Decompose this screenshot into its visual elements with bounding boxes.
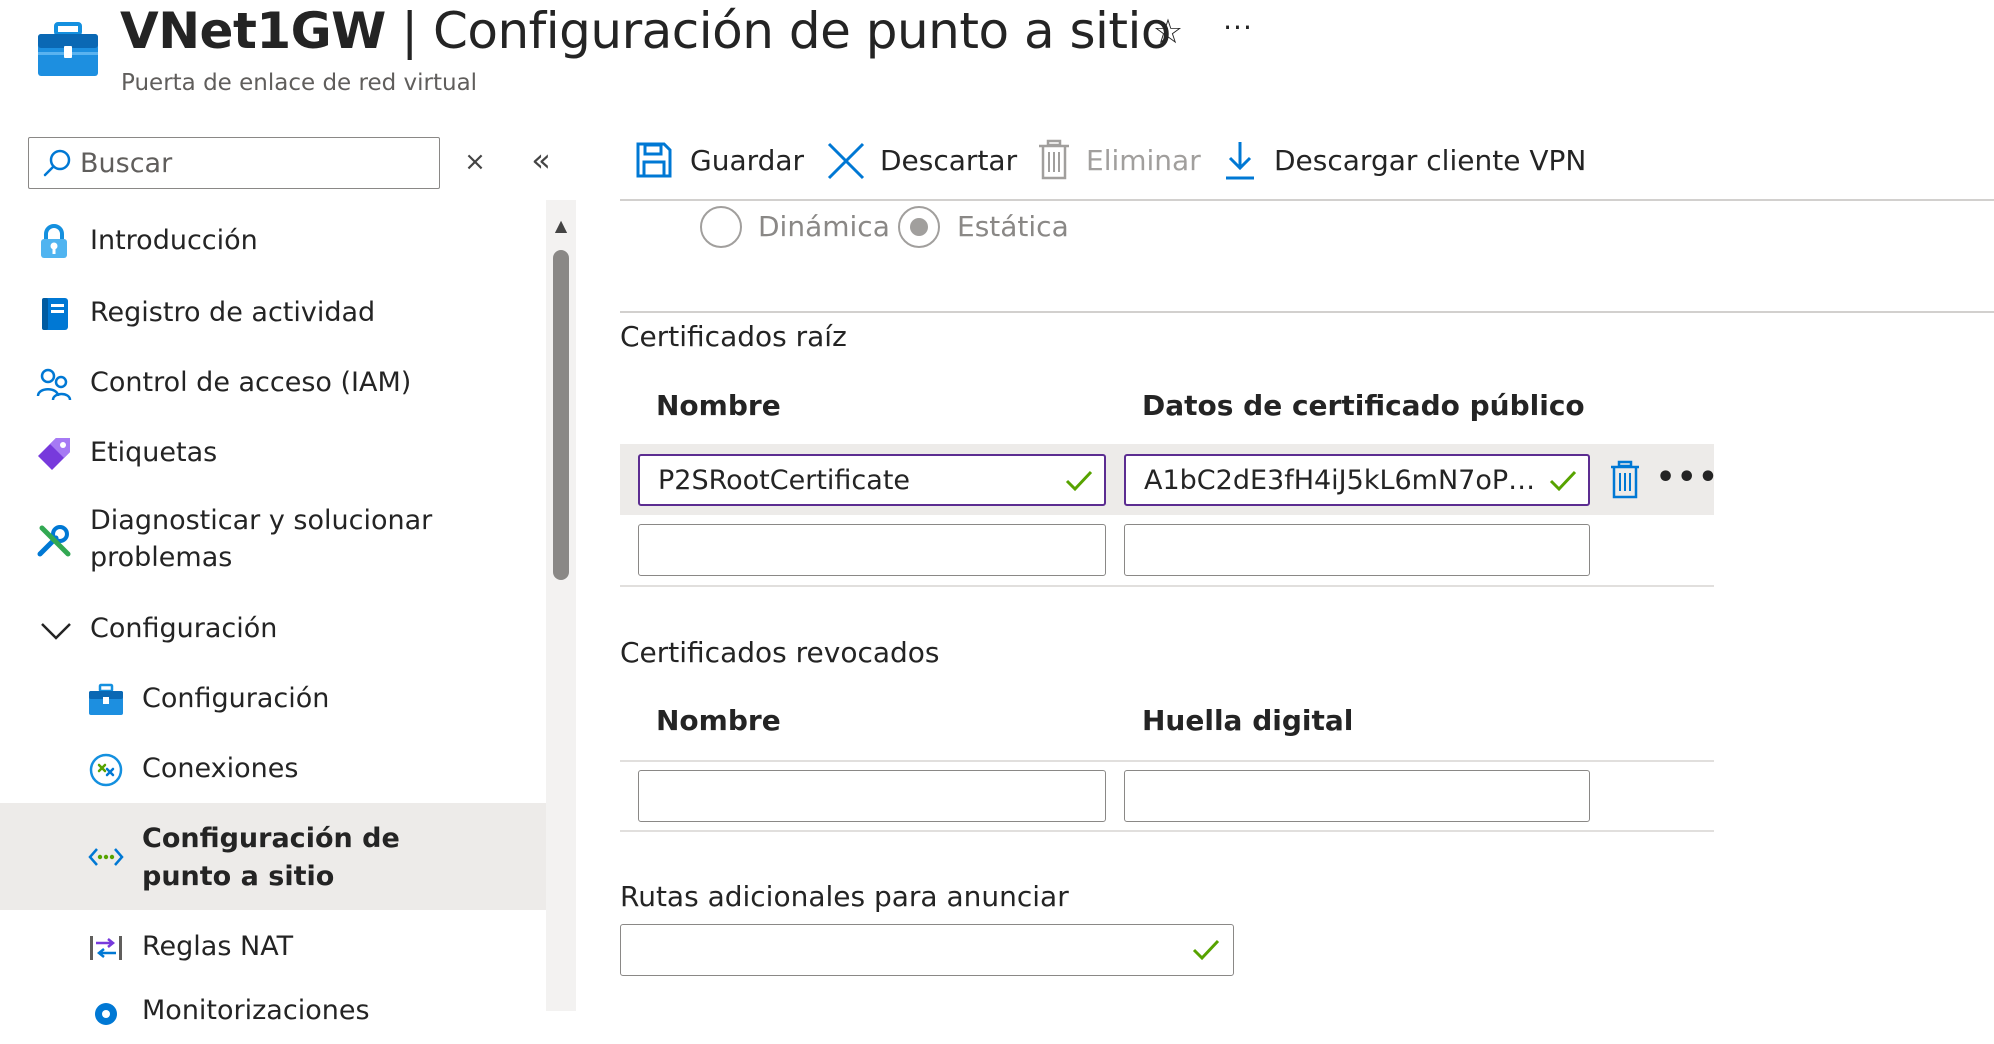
- trash-icon: [1034, 138, 1074, 182]
- nav-item-label: Reglas NAT: [142, 931, 294, 962]
- row-divider: [620, 585, 1714, 587]
- chevron-down-icon: [38, 612, 74, 648]
- search-input[interactable]: [80, 139, 430, 187]
- nav-item-registro-actividad[interactable]: Registro de actividad: [0, 290, 546, 338]
- nav-item-configuracion[interactable]: Configuración: [0, 676, 546, 724]
- resource-name: VNet1GW: [120, 2, 386, 60]
- radio-dinamica[interactable]: [700, 206, 742, 248]
- point-to-site-icon: [88, 839, 124, 875]
- nav-item-label: Configuración: [90, 613, 278, 644]
- nav-item-label: Control de acceso (IAM): [90, 367, 412, 398]
- root-certificates-title: Certificados raíz: [620, 320, 847, 353]
- cert-data-value: A1bC2dE3fH4iJ5kL6mN7oP8q...: [1144, 465, 1544, 496]
- nav-item-label: Monitorizaciones: [142, 995, 370, 1026]
- section-divider: [620, 311, 1994, 313]
- nav-item-label: Conexiones: [142, 753, 299, 784]
- scrollbar-thumb[interactable]: [553, 250, 569, 580]
- nav-item-label: Etiquetas: [90, 437, 218, 468]
- gear-icon: [88, 996, 124, 1032]
- cert-data-field[interactable]: A1bC2dE3fH4iJ5kL6mN7oP8q...: [1124, 454, 1590, 506]
- nav-item-introduccion[interactable]: Introducción: [0, 218, 546, 266]
- valid-check-icon: [1191, 937, 1221, 963]
- title-separator: |: [385, 2, 433, 60]
- row-divider: [620, 830, 1714, 832]
- favorite-star-icon[interactable]: ☆: [1148, 12, 1188, 52]
- col-header-name: Nombre: [656, 704, 781, 737]
- cert-name-value: P2SRootCertificate: [658, 465, 911, 496]
- download-icon: [1220, 138, 1260, 182]
- nav-item-label: Registro de actividad: [90, 297, 376, 328]
- people-icon: [36, 366, 72, 402]
- col-header-thumbprint: Huella digital: [1142, 704, 1354, 737]
- search-icon: [42, 148, 72, 178]
- nav-group-configuracion[interactable]: Configuración: [0, 606, 546, 654]
- radio-label-estatica: Estática: [957, 210, 1069, 243]
- delete-label: Eliminar: [1086, 144, 1201, 177]
- nav-item-etiquetas[interactable]: Etiquetas: [0, 430, 546, 478]
- valid-check-icon: [1548, 468, 1578, 494]
- new-cert-name-field[interactable]: [638, 524, 1106, 576]
- activity-log-icon: [36, 296, 72, 332]
- wrench-icon: [36, 524, 72, 560]
- revoked-name-field[interactable]: [638, 770, 1106, 822]
- lock-icon: [36, 224, 72, 260]
- nav-item-label: Configuración: [142, 683, 330, 714]
- nav-item-label-line2: punto a sitio: [142, 861, 335, 892]
- revoked-thumbprint-field[interactable]: [1124, 770, 1590, 822]
- nav-item-label-line1: Configuración de: [142, 823, 400, 854]
- nav-item-label-line2: problemas: [90, 542, 233, 573]
- page-title: VNet1GW | Configuración de punto a sitio: [120, 2, 1172, 60]
- delete-button[interactable]: Eliminar: [1034, 138, 1201, 186]
- radio-label-dinamica: Dinámica: [758, 210, 890, 243]
- row-divider: [620, 760, 1714, 762]
- page-subtitle: Puerta de enlace de red virtual: [121, 70, 478, 96]
- nav-item-monitorizaciones[interactable]: Monitorizaciones: [0, 995, 546, 1044]
- save-label: Guardar: [690, 144, 805, 177]
- revoked-certificates-title: Certificados revocados: [620, 636, 940, 669]
- discard-button[interactable]: Descartar: [826, 138, 1017, 186]
- toolbar-divider: [620, 199, 1994, 201]
- download-vpn-client-button[interactable]: Descargar cliente VPN: [1220, 138, 1586, 186]
- nav-item-punto-a-sitio[interactable]: Configuración de punto a sitio: [0, 803, 546, 910]
- radio-estatica[interactable]: [898, 206, 940, 248]
- row-delete-icon[interactable]: [1608, 460, 1642, 500]
- discard-label: Descartar: [880, 144, 1018, 177]
- col-header-name: Nombre: [656, 389, 781, 422]
- tag-icon: [36, 436, 72, 472]
- connections-icon: [88, 752, 124, 788]
- download-label: Descargar cliente VPN: [1274, 144, 1587, 177]
- cert-name-field[interactable]: P2SRootCertificate: [638, 454, 1106, 506]
- additional-routes-label: Rutas adicionales para anunciar: [620, 880, 1069, 913]
- gateway-resource-icon: [38, 22, 98, 78]
- radio-selected-dot: [910, 218, 928, 236]
- new-cert-data-field[interactable]: [1124, 524, 1590, 576]
- nav-item-diagnosticar[interactable]: Diagnosticar y solucionar problemas: [0, 500, 546, 584]
- nat-rules-icon: [88, 930, 124, 966]
- close-icon: [826, 138, 866, 182]
- additional-routes-field[interactable]: [620, 924, 1234, 976]
- clear-search-icon[interactable]: ×: [462, 144, 488, 180]
- page-name: Configuración de punto a sitio: [432, 2, 1172, 60]
- save-button[interactable]: Guardar: [634, 138, 804, 186]
- nav-item-label: Introducción: [90, 225, 258, 256]
- valid-check-icon: [1064, 468, 1094, 494]
- toolbox-icon: [88, 682, 124, 718]
- scroll-up-arrow-icon[interactable]: ▲: [551, 216, 571, 236]
- more-options-icon[interactable]: ···: [1218, 12, 1258, 52]
- collapse-menu-icon[interactable]: «: [525, 142, 557, 178]
- row-more-icon[interactable]: •••: [1656, 460, 1718, 500]
- nav-item-reglas-nat[interactable]: Reglas NAT: [0, 924, 546, 972]
- nav-item-label-line1: Diagnosticar y solucionar: [90, 505, 433, 536]
- col-header-public-cert-data: Datos de certificado público: [1142, 389, 1585, 422]
- nav-item-control-acceso[interactable]: Control de acceso (IAM): [0, 360, 546, 408]
- nav-item-conexiones[interactable]: Conexiones: [0, 746, 546, 794]
- save-icon: [634, 138, 674, 182]
